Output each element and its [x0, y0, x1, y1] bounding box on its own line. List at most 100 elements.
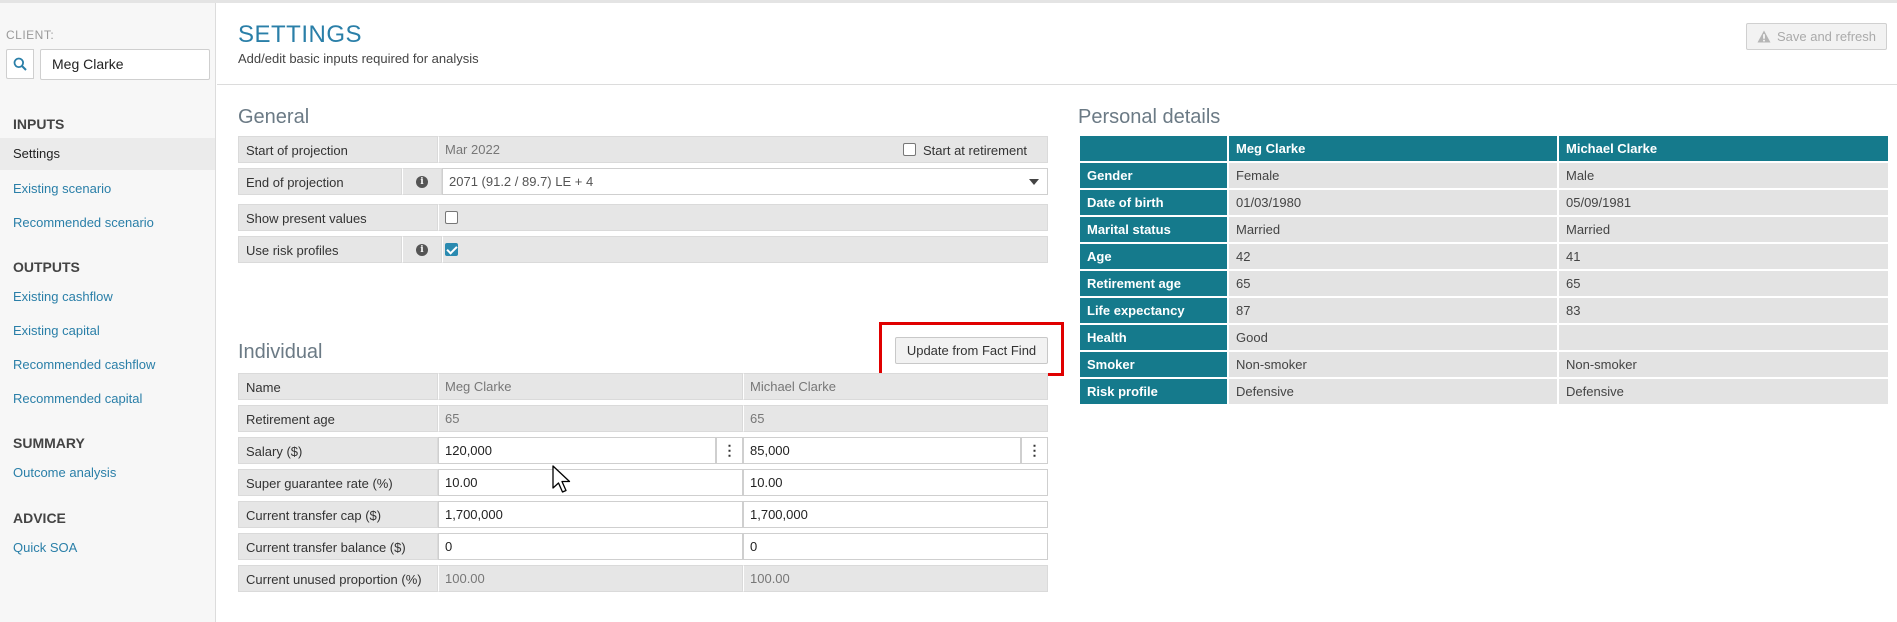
cell-michael — [1559, 325, 1888, 350]
search-icon — [13, 57, 27, 71]
table-row: Health Good — [1080, 325, 1888, 350]
retirement-age-michael: 65 — [743, 405, 1048, 432]
table-row: Gender Female Male — [1080, 163, 1888, 188]
personal-details-table: Meg Clarke Michael Clarke Gender Female … — [1078, 134, 1890, 406]
start-of-projection-label: Start of projection — [238, 136, 438, 163]
nav-item-existing-scenario[interactable]: Existing scenario — [13, 181, 111, 196]
individual-row-super-guarantee: Super guarantee rate (%) 10.00 10.00 — [238, 469, 1048, 496]
individual-row-unused-proportion: Current unused proportion (%) 100.00 100… — [238, 565, 1048, 592]
nav-item-recommended-capital[interactable]: Recommended capital — [13, 391, 142, 406]
transfer-balance-input-meg[interactable]: 0 — [438, 533, 743, 560]
sidebar: CLIENT: Meg Clarke INPUTS Settings Exist… — [0, 3, 216, 622]
nav-item-outcome-analysis[interactable]: Outcome analysis — [13, 465, 116, 480]
start-at-retirement-checkbox[interactable] — [903, 143, 916, 156]
warning-icon — [1757, 30, 1771, 43]
nav-item-settings[interactable]: Settings — [0, 138, 215, 170]
use-risk-profiles-row: Use risk profiles i — [238, 236, 1048, 263]
table-row: Age 42 41 — [1080, 244, 1888, 269]
row-label: Smoker — [1080, 352, 1227, 377]
transfer-balance-input-michael[interactable]: 0 — [743, 533, 1048, 560]
general-heading: General — [238, 106, 310, 128]
nav-item-recommended-cashflow[interactable]: Recommended cashflow — [13, 357, 155, 372]
transfer-cap-label: Current transfer cap ($) — [238, 501, 438, 528]
cell-meg: Female — [1229, 163, 1557, 188]
individual-row-retirement-age: Retirement age 65 65 — [238, 405, 1048, 432]
cell-meg: 87 — [1229, 298, 1557, 323]
table-row: Smoker Non-smoker Non-smoker — [1080, 352, 1888, 377]
nav-section-inputs: INPUTS — [13, 116, 65, 132]
cell-meg: Non-smoker — [1229, 352, 1557, 377]
nav-item-settings-label: Settings — [13, 146, 60, 161]
transfer-cap-input-meg[interactable]: 1,700,000 — [438, 501, 743, 528]
individual-row-transfer-balance: Current transfer balance ($) 0 0 — [238, 533, 1048, 560]
salary-input-meg[interactable]: 120,000 — [438, 437, 716, 464]
row-label: Marital status — [1080, 217, 1227, 242]
start-at-retirement-label: Start at retirement — [923, 143, 1028, 158]
client-search-button[interactable] — [6, 49, 34, 79]
salary-menu-michael-icon[interactable]: ⋮ — [1021, 437, 1048, 464]
cell-meg: Defensive — [1229, 379, 1557, 404]
table-header-meg: Meg Clarke — [1229, 136, 1557, 161]
name-label: Name — [238, 373, 438, 400]
show-present-values-checkbox[interactable] — [445, 211, 458, 224]
cell-michael: Defensive — [1559, 379, 1888, 404]
use-risk-profiles-info[interactable]: i — [402, 236, 442, 263]
show-present-values-label: Show present values — [238, 204, 438, 231]
nav-item-existing-cashflow[interactable]: Existing cashflow — [13, 289, 113, 304]
chevron-down-icon — [1029, 179, 1039, 185]
row-label: Date of birth — [1080, 190, 1227, 215]
mouse-cursor-icon — [552, 465, 571, 493]
nav-section-advice: ADVICE — [13, 510, 66, 526]
table-header-row: Meg Clarke Michael Clarke — [1080, 136, 1888, 161]
personal-details-heading: Personal details — [1078, 106, 1221, 128]
page-title: SETTINGS — [238, 21, 363, 48]
info-icon: i — [416, 176, 428, 188]
cell-michael: 41 — [1559, 244, 1888, 269]
super-guarantee-input-michael[interactable]: 10.00 — [743, 469, 1048, 496]
page-subtitle: Add/edit basic inputs required for analy… — [238, 51, 479, 66]
salary-input-michael[interactable]: 85,000 — [743, 437, 1021, 464]
cell-meg: 01/03/1980 — [1229, 190, 1557, 215]
show-present-values-cell — [438, 204, 1048, 231]
cell-meg: Married — [1229, 217, 1557, 242]
table-row: Risk profile Defensive Defensive — [1080, 379, 1888, 404]
end-of-projection-info[interactable]: i — [402, 168, 442, 195]
name-value-meg: Meg Clarke — [438, 373, 743, 400]
end-of-projection-select[interactable]: 2071 (91.2 / 89.7) LE + 4 — [442, 168, 1048, 195]
table-row: Date of birth 01/03/1980 05/09/1981 — [1080, 190, 1888, 215]
use-risk-profiles-cell — [442, 236, 1048, 263]
table-header-blank — [1080, 136, 1227, 161]
individual-row-salary: Salary ($) 120,000 ⋮ 85,000 ⋮ — [238, 437, 1048, 464]
transfer-balance-label: Current transfer balance ($) — [238, 533, 438, 560]
end-of-projection-row: End of projection i 2071 (91.2 / 89.7) L… — [238, 168, 1048, 195]
retirement-age-meg: 65 — [438, 405, 743, 432]
table-header-michael: Michael Clarke — [1559, 136, 1888, 161]
nav-item-quick-soa[interactable]: Quick SOA — [13, 540, 77, 555]
nav-item-existing-capital[interactable]: Existing capital — [13, 323, 100, 338]
update-from-fact-find-button[interactable]: Update from Fact Find — [895, 337, 1048, 364]
header-divider — [217, 84, 1897, 85]
client-input[interactable]: Meg Clarke — [40, 49, 210, 80]
row-label: Health — [1080, 325, 1227, 350]
use-risk-profiles-checkbox[interactable] — [445, 243, 458, 256]
unused-proportion-michael: 100.00 — [743, 565, 1048, 592]
unused-proportion-label: Current unused proportion (%) — [238, 565, 438, 592]
table-row: Life expectancy 87 83 — [1080, 298, 1888, 323]
salary-menu-meg-icon[interactable]: ⋮ — [716, 437, 743, 464]
show-present-values-row: Show present values — [238, 204, 1048, 231]
start-of-projection-text: Mar 2022 — [445, 142, 500, 157]
start-of-projection-row: Start of projection Mar 2022 Start at re… — [238, 136, 1048, 163]
nav-item-recommended-scenario[interactable]: Recommended scenario — [13, 215, 154, 230]
table-row: Retirement age 65 65 — [1080, 271, 1888, 296]
cell-meg: 42 — [1229, 244, 1557, 269]
save-and-refresh-label: Save and refresh — [1776, 29, 1876, 44]
client-label: CLIENT: — [6, 28, 55, 42]
cell-michael: Married — [1559, 217, 1888, 242]
transfer-cap-input-michael[interactable]: 1,700,000 — [743, 501, 1048, 528]
use-risk-profiles-label: Use risk profiles — [238, 236, 402, 263]
unused-proportion-meg: 100.00 — [438, 565, 743, 592]
super-guarantee-input-meg[interactable]: 10.00 — [438, 469, 743, 496]
row-label: Age — [1080, 244, 1227, 269]
save-and-refresh-button[interactable]: Save and refresh — [1746, 23, 1887, 50]
end-of-projection-value: 2071 (91.2 / 89.7) LE + 4 — [449, 174, 594, 189]
